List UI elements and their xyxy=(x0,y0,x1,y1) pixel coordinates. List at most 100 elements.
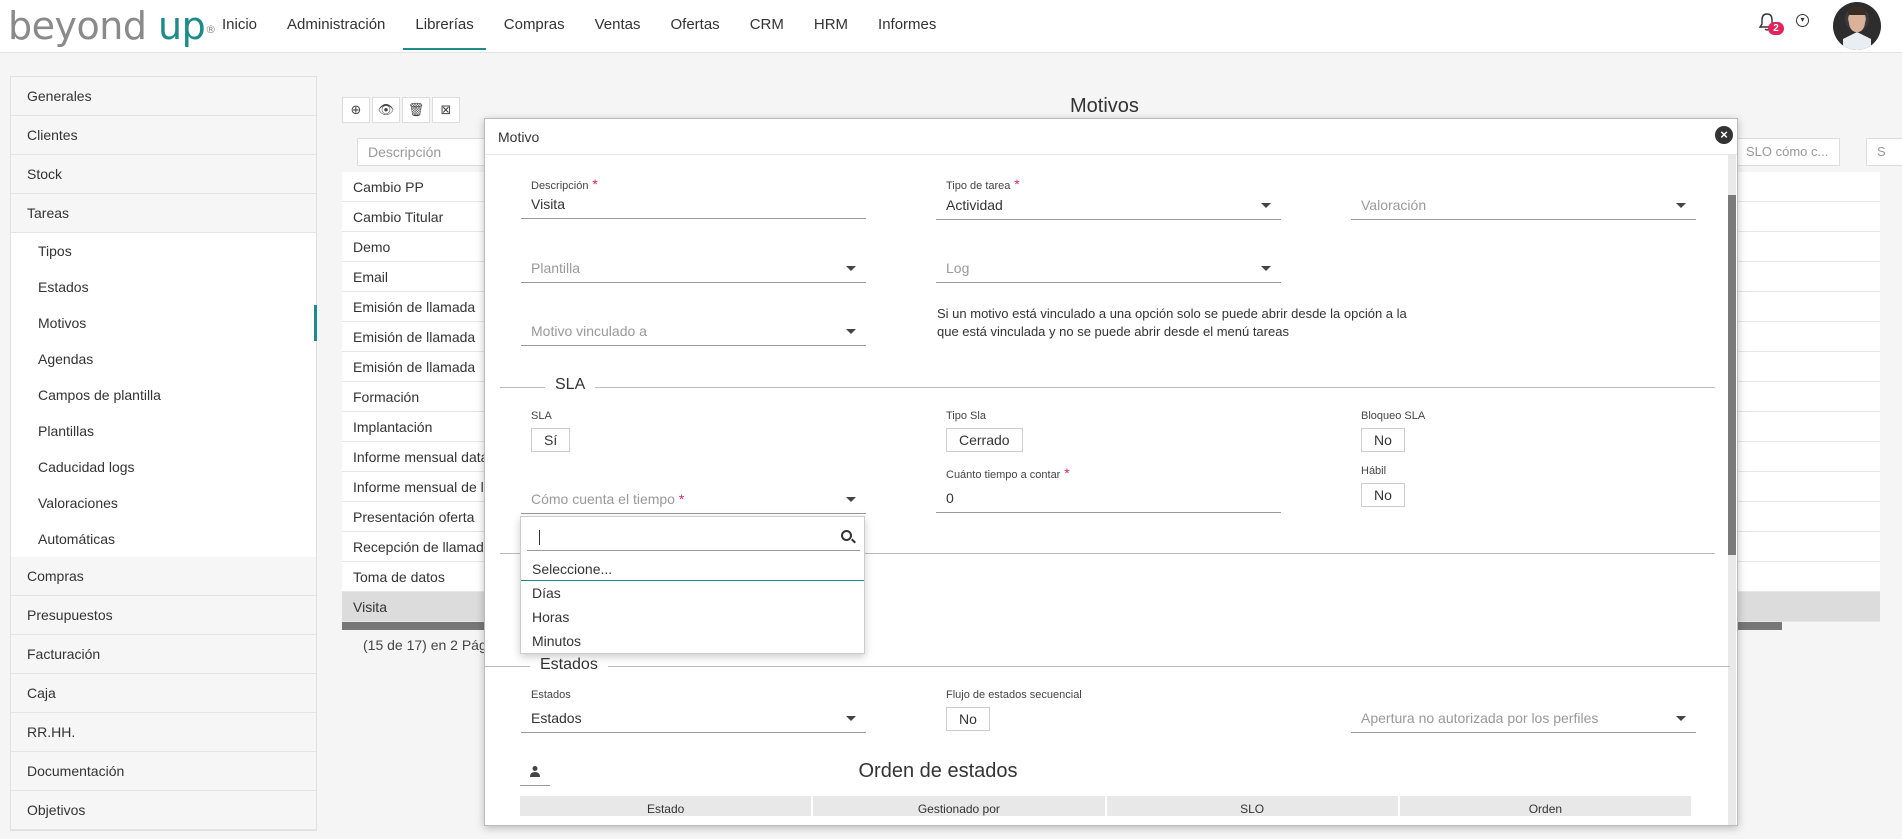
tipo-sla-label: Tipo Sla xyxy=(946,410,986,422)
caret-down-icon xyxy=(1676,716,1686,721)
log-placeholder: Log xyxy=(946,260,970,276)
vertical-scrollbar[interactable] xyxy=(1728,155,1736,825)
cuanto-tiempo-input[interactable]: 0 xyxy=(936,483,1281,513)
como-cuenta-dropdown: Seleccione... Días Horas Minutos xyxy=(520,516,865,654)
sidebar-item-clientes[interactable]: Clientes xyxy=(11,116,316,155)
caret-down-icon xyxy=(846,266,856,271)
close-icon[interactable]: × xyxy=(1715,126,1733,144)
nav-item-ofertas[interactable]: Ofertas xyxy=(659,0,732,50)
estados-value: Estados xyxy=(531,710,582,726)
sidebar-item-rr-hh-[interactable]: RR.HH. xyxy=(11,713,316,752)
sidebar-subitem-campos-de-plantilla[interactable]: Campos de plantilla xyxy=(11,377,316,413)
chevron-down-icon[interactable]: ▾ xyxy=(1796,14,1809,27)
sidebar-subitem-tipos[interactable]: Tipos xyxy=(11,233,316,269)
list-toolbar: ⊕ 👁 🗑 ⊠ xyxy=(342,97,460,123)
column-header[interactable]: Orden xyxy=(1400,796,1693,816)
flujo-toggle[interactable]: No xyxy=(946,707,990,731)
como-cuenta-select[interactable]: Cómo cuenta el tiempo * xyxy=(521,484,866,514)
sidebar-item-facturaci-n[interactable]: Facturación xyxy=(11,635,316,674)
caret-down-icon xyxy=(846,716,856,721)
sidebar-item-generales[interactable]: Generales xyxy=(11,77,316,116)
vinculado-info-text: Si un motivo está vinculado a una opción… xyxy=(937,306,1407,339)
column-header[interactable]: Gestionado por xyxy=(813,796,1107,816)
dropdown-option[interactable]: Horas xyxy=(521,605,864,629)
bloqueo-sla-toggle[interactable]: No xyxy=(1361,428,1405,452)
sidebar: Generales Clientes Stock Tareas Tipos Estados… xyxy=(10,76,317,831)
estados-divider xyxy=(485,666,1730,667)
sidebar-subitem-agendas[interactable]: Agendas xyxy=(11,341,316,377)
sla-toggle[interactable]: Sí xyxy=(531,428,571,452)
tipo-sla-toggle[interactable]: Cerrado xyxy=(946,428,1023,452)
brand-logo[interactable]: beyond up® xyxy=(8,4,216,48)
avatar[interactable] xyxy=(1833,2,1881,50)
notification-badge: 2 xyxy=(1768,22,1784,35)
sidebar-subitem-autom-ticas[interactable]: Automáticas xyxy=(11,521,316,557)
nav-item-ventas[interactable]: Ventas xyxy=(583,0,653,50)
tipo-tarea-select[interactable]: Actividad xyxy=(936,190,1281,220)
main-nav: Inicio Administración Librerías Compras Vent… xyxy=(210,0,954,50)
excel-export-icon[interactable]: ⊠ xyxy=(432,97,460,123)
sidebar-subitem-estados[interactable]: Estados xyxy=(11,269,316,305)
nav-item-inicio[interactable]: Inicio xyxy=(210,0,269,50)
logo-beyond: beyond xyxy=(8,4,147,48)
dropdown-search-input[interactable] xyxy=(527,523,860,551)
tipo-tarea-value: Actividad xyxy=(946,197,1003,213)
orden-estados-table-header: Estado Gestionado por SLO Orden xyxy=(520,796,1693,816)
sidebar-subitem-caducidad-logs[interactable]: Caducidad logs xyxy=(11,449,316,485)
habil-toggle[interactable]: No xyxy=(1361,483,1405,507)
plantilla-select[interactable]: Plantilla xyxy=(521,253,866,283)
sla-section-title: SLA xyxy=(545,376,596,394)
caret-down-icon xyxy=(1676,203,1686,208)
sidebar-item-stock[interactable]: Stock xyxy=(11,155,316,194)
sidebar-item-presupuestos[interactable]: Presupuestos xyxy=(11,596,316,635)
sidebar-item-compras[interactable]: Compras xyxy=(11,557,316,596)
flujo-label: Flujo de estados secuencial xyxy=(946,689,1082,701)
slo-filter-input[interactable]: SLO cómo c... xyxy=(1735,138,1840,166)
caret-down-icon xyxy=(846,497,856,502)
descripcion-input[interactable]: Visita xyxy=(521,189,866,219)
nav-item-crm[interactable]: CRM xyxy=(738,0,796,50)
column-header[interactable]: Estado xyxy=(520,796,814,816)
column-header[interactable]: SLO xyxy=(1107,796,1400,816)
description-filter-input[interactable]: Descripción xyxy=(357,138,487,166)
view-icon[interactable]: 👁 xyxy=(372,97,400,123)
nav-item-hrm[interactable]: HRM xyxy=(802,0,860,50)
sidebar-subitem-motivos[interactable]: Motivos xyxy=(11,305,317,341)
add-icon[interactable]: ⊕ xyxy=(342,97,370,123)
dropdown-option[interactable]: Seleccione... xyxy=(521,557,864,581)
sidebar-item-documentaci-n[interactable]: Documentación xyxy=(11,752,316,791)
trash-icon[interactable]: 🗑 xyxy=(402,97,430,123)
nav-item-librerías[interactable]: Librerías xyxy=(403,0,486,50)
estados-label: Estados xyxy=(531,689,571,701)
caret-down-icon xyxy=(1261,266,1271,271)
valoracion-select[interactable]: Valoración xyxy=(1351,190,1696,220)
motivo-vinculado-placeholder: Motivo vinculado a xyxy=(531,323,647,339)
motivo-dialog: Motivo × Descripción * Visita Tipo de ta… xyxy=(484,118,1738,826)
caret-down-icon xyxy=(1261,203,1271,208)
sidebar-item-caja[interactable]: Caja xyxy=(11,674,316,713)
estados-section-title: Estados xyxy=(530,656,608,674)
nav-item-compras[interactable]: Compras xyxy=(492,0,577,50)
motivo-vinculado-select[interactable]: Motivo vinculado a xyxy=(521,316,866,346)
list-title: Motivos xyxy=(1070,95,1139,117)
s-filter-input[interactable]: S xyxy=(1866,138,1902,166)
log-select[interactable]: Log xyxy=(936,253,1281,283)
nav-item-administración[interactable]: Administración xyxy=(275,0,397,50)
dropdown-option[interactable]: Días xyxy=(521,581,864,605)
sidebar-subitem-plantillas[interactable]: Plantillas xyxy=(11,413,316,449)
sidebar-subitem-valoraciones[interactable]: Valoraciones xyxy=(11,485,316,521)
sidebar-item-tareas[interactable]: Tareas xyxy=(11,194,316,233)
nav-item-informes[interactable]: Informes xyxy=(866,0,948,50)
apertura-select[interactable]: Apertura no autorizada por los perfiles xyxy=(1351,703,1696,733)
pager-info: (15 de 17) en 2 Pág/ xyxy=(363,637,491,653)
valoracion-placeholder: Valoración xyxy=(1361,197,1427,213)
sidebar-item-objetivos[interactable]: Objetivos xyxy=(11,791,316,830)
sla-label: SLA xyxy=(531,410,552,422)
como-cuenta-placeholder: Cómo cuenta el tiempo xyxy=(531,491,675,507)
dropdown-option[interactable]: Minutos xyxy=(521,629,864,653)
cuanto-tiempo-label-wrap: Cuánto tiempo a contar * xyxy=(946,465,1070,481)
cuanto-tiempo-label: Cuánto tiempo a contar xyxy=(946,469,1061,481)
top-bar: beyond up® Inicio Administración Librerías… xyxy=(0,0,1902,53)
apertura-placeholder: Apertura no autorizada por los perfiles xyxy=(1361,710,1599,726)
estados-select[interactable]: Estados xyxy=(521,703,866,733)
